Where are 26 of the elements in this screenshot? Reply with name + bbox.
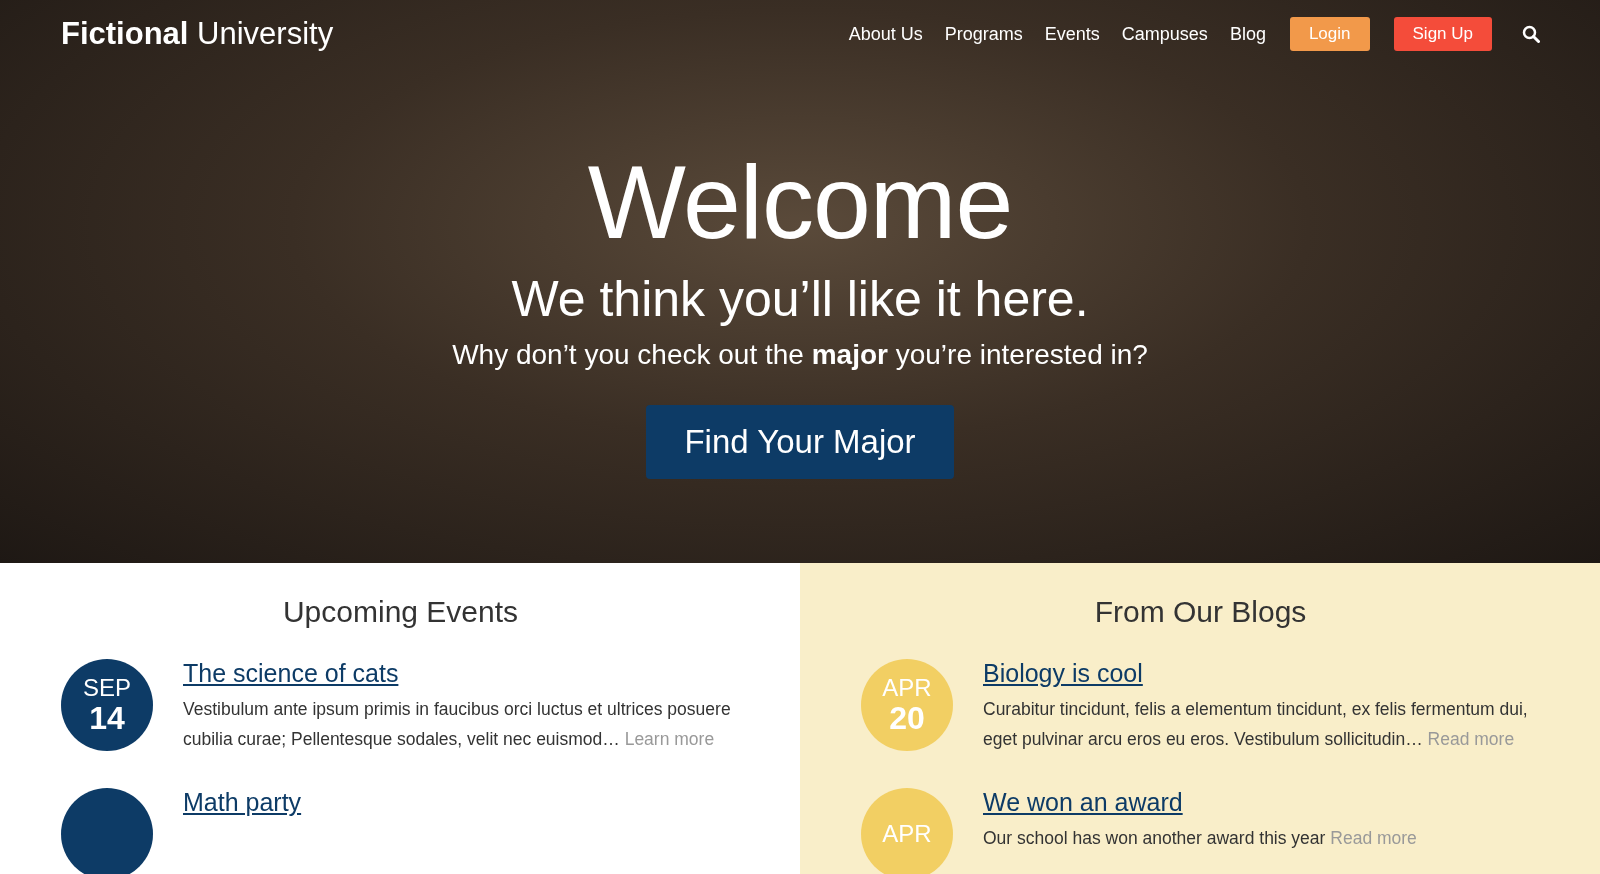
nav-link[interactable]: Programs xyxy=(944,23,1023,45)
site-logo[interactable]: Fictional University xyxy=(61,16,849,52)
date-day: 20 xyxy=(889,702,925,734)
hero-subtitle: We think you’ll like it here. xyxy=(511,272,1089,327)
date-month: APR xyxy=(882,676,932,700)
hero-text: Why don’t you check out the major you’re interested in? xyxy=(452,339,1148,371)
nav-link[interactable]: Blog xyxy=(1229,23,1266,45)
item-excerpt: Curabitur tincidunt, felis a elementum tincidunt, ex felis fermentum dui, eget pulvinar arcu eros eu eros. Vestibulum sollicitudin… Read more xyxy=(983,698,1529,751)
nav-link[interactable]: Campuses xyxy=(1121,23,1208,45)
item-title-link[interactable]: Biology is cool xyxy=(983,659,1143,688)
section-heading: From Our Blogs xyxy=(1093,595,1308,629)
date-month: APR xyxy=(882,822,932,846)
date-month: SEP xyxy=(83,676,131,700)
find-major-button[interactable]: Find Your Major xyxy=(646,405,954,479)
nav-link[interactable]: Events xyxy=(1044,23,1100,45)
signup-button[interactable]: Sign Up xyxy=(1393,17,1492,51)
item-excerpt: Vestibulum ante ipsum primis in faucibus orci luctus et ultrices posuere cubilia curae; Pellentesque sodales, velit nec euismod… Learn more xyxy=(183,698,732,751)
item-excerpt: Our school has won another award this year Read more xyxy=(983,827,1418,850)
item-title-link[interactable]: Math party xyxy=(183,788,302,817)
search-icon[interactable] xyxy=(1522,25,1540,43)
nav-link[interactable]: About Us xyxy=(848,23,923,45)
item-title-link[interactable]: We won an award xyxy=(983,788,1183,817)
section-heading: Upcoming Events xyxy=(281,595,520,629)
hero-title: Welcome xyxy=(587,150,1013,254)
date-day: 14 xyxy=(89,702,125,734)
item-title-link[interactable]: The science of cats xyxy=(183,659,399,688)
